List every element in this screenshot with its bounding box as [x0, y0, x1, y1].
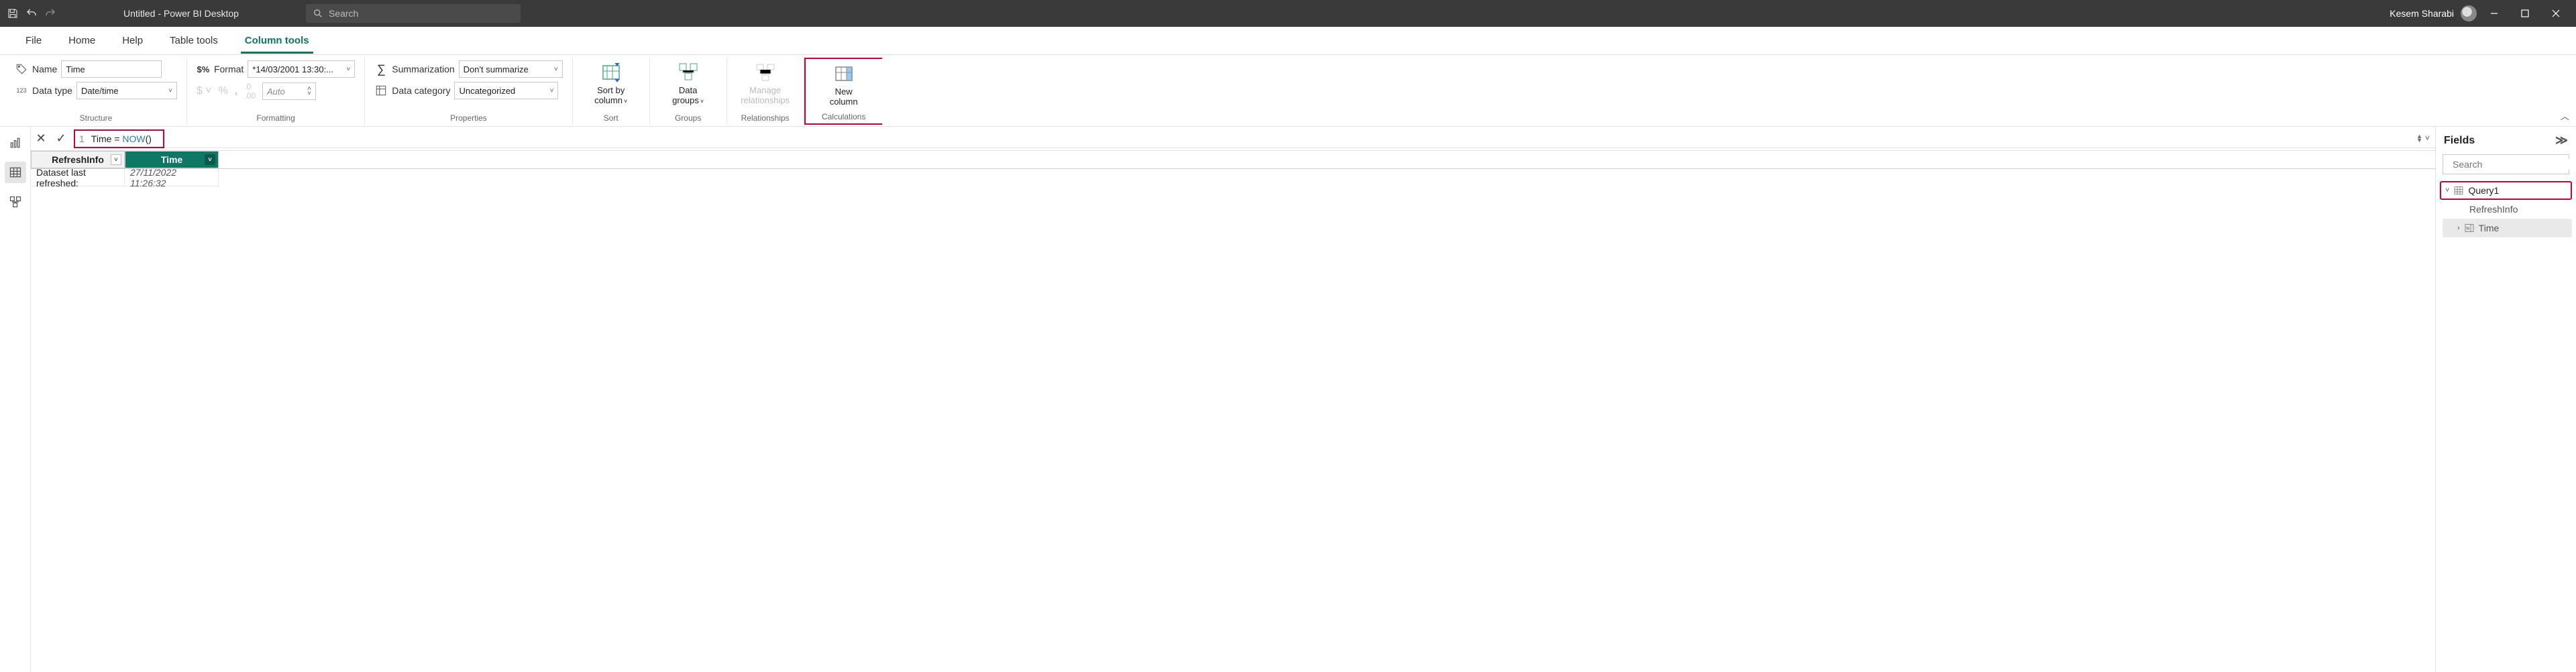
chevron-right-icon[interactable]: › [2457, 224, 2460, 232]
user-name: Kesem Sharabi [2390, 8, 2454, 19]
workspace: ✕ ✓ 1 Time = NOW() ▲▼ ˅ RefreshInfo˅ Tim… [0, 127, 2576, 672]
datatype-select[interactable]: Date/time˅ [76, 82, 177, 99]
group-calculations-label: Calculations [822, 111, 865, 123]
tag-icon [15, 62, 28, 76]
format-select[interactable]: *14/03/2001 13:30:...˅ [248, 60, 355, 78]
svg-text:123: 123 [17, 87, 27, 94]
fields-search[interactable] [2443, 154, 2569, 174]
tree-field-time[interactable]: › fx Time [2443, 219, 2572, 237]
group-groups-label: Groups [675, 112, 701, 125]
group-structure-label: Structure [80, 112, 113, 125]
datatype-icon: 123 [15, 84, 28, 97]
global-search[interactable] [306, 4, 521, 23]
data-grid: RefreshInfo˅ Time˅ Dataset last refreshe… [31, 151, 2435, 186]
name-input[interactable]: Time [61, 60, 162, 78]
data-view-icon[interactable] [5, 162, 26, 183]
new-column-button[interactable]: Newcolumn [815, 62, 873, 109]
group-groups: Datagroups Groups [650, 58, 727, 125]
group-relationships-label: Relationships [741, 112, 790, 125]
formula-dropdown-icon[interactable]: ˅ [2425, 133, 2430, 143]
tab-home[interactable]: Home [56, 28, 107, 53]
fields-title: Fields [2444, 135, 2475, 147]
sigma-icon: ∑ [374, 62, 388, 76]
tab-file[interactable]: File [13, 28, 54, 53]
group-formatting: $% Format *14/03/2001 13:30:...˅ $ ˅ % ,… [187, 58, 365, 125]
category-select[interactable]: Uncategorized˅ [454, 82, 558, 99]
cell-time: 27/11/2022 11:26:32 [125, 169, 219, 186]
commit-formula-icon[interactable]: ✓ [51, 129, 71, 149]
tab-help[interactable]: Help [110, 28, 155, 53]
expand-pane-icon[interactable]: ≫ [2555, 133, 2568, 148]
tab-column-tools[interactable]: Column tools [233, 28, 321, 53]
datatype-label: Data type [32, 85, 72, 96]
group-relationships: Managerelationships Relationships [727, 58, 804, 125]
report-view-icon[interactable] [5, 132, 26, 154]
chevron-down-icon[interactable]: ˅ [205, 154, 215, 165]
group-formatting-label: Formatting [256, 112, 294, 125]
cell-refreshinfo: Dataset last refreshed: [31, 169, 125, 186]
fields-search-input[interactable] [2453, 159, 2574, 170]
category-label: Data category [392, 85, 450, 96]
collapse-ribbon-icon[interactable]: ︿ [2561, 109, 2569, 122]
format-label: Format [214, 64, 244, 74]
global-search-input[interactable] [329, 8, 514, 19]
window-title: Untitled - Power BI Desktop [123, 8, 239, 19]
data-groups-button[interactable]: Datagroups [659, 60, 717, 107]
table-icon [2453, 185, 2464, 196]
formula-bar: ✕ ✓ 1 Time = NOW() ▲▼ ˅ [31, 127, 2435, 151]
cancel-formula-icon[interactable]: ✕ [31, 129, 51, 149]
format-icon: $% [197, 62, 210, 76]
fields-pane: Fields ≫ ˅ Query1 RefreshInfo › fx Time [2435, 127, 2576, 672]
manage-relationships-button: Managerelationships [737, 60, 794, 107]
tree-field-refreshinfo[interactable]: RefreshInfo [2443, 200, 2572, 219]
minimize-button[interactable] [2481, 0, 2508, 27]
group-sort-label: Sort [604, 112, 619, 125]
group-properties: ∑ Summarization Don't summarize˅ Data ca… [365, 58, 572, 125]
avatar[interactable] [2461, 5, 2477, 21]
sort-by-column-button[interactable]: Sort bycolumn [582, 60, 640, 107]
currency-icon: $ ˅ [197, 85, 212, 97]
column-header-time[interactable]: Time˅ [125, 151, 219, 168]
name-label: Name [32, 64, 57, 74]
summarization-select[interactable]: Don't summarize˅ [459, 60, 563, 78]
table-row[interactable]: Dataset last refreshed: 27/11/2022 11:26… [31, 169, 2435, 186]
decimal-icon: .0.00 [244, 82, 256, 101]
group-sort: Sort bycolumn Sort [573, 58, 650, 125]
formula-resize-icon[interactable]: ▲▼ [2416, 134, 2422, 142]
left-nav-rail [0, 127, 31, 672]
redo-icon[interactable] [44, 7, 56, 19]
titlebar: Untitled - Power BI Desktop Kesem Sharab… [0, 0, 2576, 27]
svg-text:fx: fx [2466, 227, 2470, 231]
category-icon [374, 84, 388, 97]
group-structure: Name Time 123 Data type Date/time˅ Struc… [5, 58, 187, 125]
summarization-label: Summarization [392, 64, 454, 74]
formula-line-number: 1 [79, 133, 85, 144]
percent-icon: % [219, 85, 228, 97]
maximize-button[interactable] [2512, 0, 2538, 27]
chevron-down-icon[interactable]: ˅ [111, 154, 121, 165]
calculated-column-icon: fx [2464, 223, 2475, 233]
formula-input[interactable]: 1 Time = NOW() [74, 129, 164, 148]
group-calculations: Newcolumn Calculations [804, 58, 882, 125]
thousands-icon: , [235, 85, 237, 97]
close-button[interactable] [2542, 0, 2569, 27]
save-icon[interactable] [7, 7, 19, 19]
canvas: ✕ ✓ 1 Time = NOW() ▲▼ ˅ RefreshInfo˅ Tim… [31, 127, 2435, 672]
column-header-refreshinfo[interactable]: RefreshInfo˅ [31, 151, 125, 168]
tree-table-query1[interactable]: ˅ Query1 [2440, 181, 2572, 200]
group-properties-label: Properties [450, 112, 487, 125]
decimal-places-select[interactable]: Auto˄˅ [262, 82, 316, 100]
ribbon-tabs: File Home Help Table tools Column tools [0, 27, 2576, 55]
chevron-down-icon[interactable]: ˅ [2445, 186, 2449, 194]
tab-table-tools[interactable]: Table tools [158, 28, 230, 53]
undo-icon[interactable] [25, 7, 38, 19]
ribbon-body: Name Time 123 Data type Date/time˅ Struc… [0, 55, 2576, 127]
model-view-icon[interactable] [5, 191, 26, 213]
